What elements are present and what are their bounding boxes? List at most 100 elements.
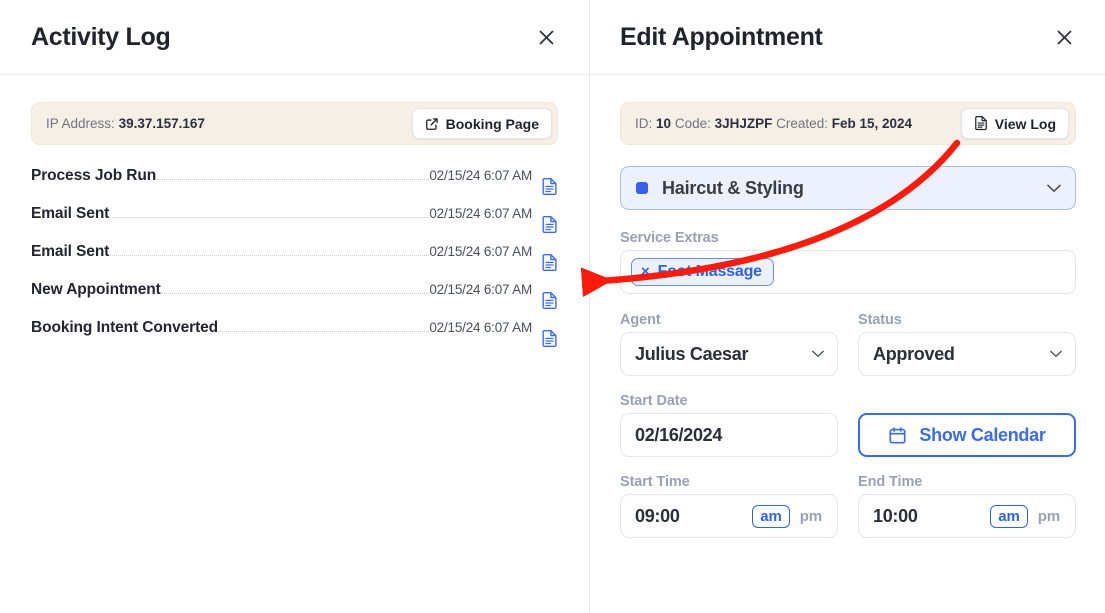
edit-appointment-panel: Edit Appointment ID: 10 Code: 3JHJZPF Cr… bbox=[590, 0, 1105, 613]
start-time-field[interactable]: 09:00 am pm bbox=[620, 494, 838, 538]
calendar-icon bbox=[888, 426, 907, 445]
ip-address-value: 39.37.157.167 bbox=[118, 116, 205, 131]
activity-log-body: IP Address: 39.37.157.167 Booking Page P… bbox=[0, 75, 589, 613]
agent-group: Agent Julius Caesar bbox=[620, 312, 838, 376]
table-row[interactable]: Process Job Run 02/15/24 6:07 AM bbox=[31, 167, 558, 205]
close-icon[interactable] bbox=[533, 24, 559, 50]
appointment-meta-text: ID: 10 Code: 3JHJZPF Created: Feb 15, 20… bbox=[635, 116, 912, 131]
ip-address-bar: IP Address: 39.37.157.167 Booking Page bbox=[31, 102, 558, 145]
view-log-button[interactable]: View Log bbox=[960, 108, 1069, 139]
created-value: Feb 15, 2024 bbox=[831, 116, 913, 131]
service-extra-chip[interactable]: × Foot Massage bbox=[631, 258, 774, 286]
ip-address-text: IP Address: 39.37.157.167 bbox=[46, 116, 205, 131]
table-row[interactable]: Email Sent 02/15/24 6:07 AM bbox=[31, 205, 558, 243]
document-icon[interactable] bbox=[541, 330, 558, 348]
start-time-pm-option[interactable]: pm bbox=[792, 505, 830, 528]
status-select[interactable]: Approved bbox=[858, 332, 1076, 376]
edit-appointment-body: ID: 10 Code: 3JHJZPF Created: Feb 15, 20… bbox=[590, 75, 1105, 613]
external-link-icon bbox=[425, 117, 439, 131]
status-select-value: Approved bbox=[873, 343, 955, 364]
time-row: Start Time 09:00 am pm End Time 10:00 am… bbox=[620, 474, 1076, 538]
created-label: Created: bbox=[776, 116, 828, 131]
view-log-button-label: View Log bbox=[994, 115, 1056, 132]
remove-chip-icon[interactable]: × bbox=[641, 264, 650, 279]
activity-log-panel: Activity Log IP Address: 39.37.157.167 B… bbox=[0, 0, 590, 613]
activity-row-label: Email Sent bbox=[31, 243, 110, 260]
start-time-label: Start Time bbox=[620, 474, 690, 490]
activity-log-header: Activity Log bbox=[0, 0, 589, 75]
id-label: ID: bbox=[635, 116, 653, 131]
activity-row-label: Booking Intent Converted bbox=[31, 319, 219, 336]
end-time-field[interactable]: 10:00 am pm bbox=[858, 494, 1076, 538]
document-icon bbox=[974, 116, 988, 131]
activity-row-time: 02/15/24 6:07 AM bbox=[429, 320, 532, 335]
app-root: Activity Log IP Address: 39.37.157.167 B… bbox=[0, 0, 1105, 613]
close-icon[interactable] bbox=[1051, 24, 1077, 50]
document-icon[interactable] bbox=[541, 178, 558, 196]
calendar-button-group: Show Calendar bbox=[858, 393, 1076, 457]
activity-row-time: 02/15/24 6:07 AM bbox=[429, 244, 532, 259]
table-row[interactable]: Email Sent 02/15/24 6:07 AM bbox=[31, 243, 558, 281]
start-date-group: Start Date 02/16/2024 bbox=[620, 393, 838, 457]
code-label: Code: bbox=[674, 116, 711, 131]
service-extras-input[interactable]: × Foot Massage bbox=[620, 250, 1076, 294]
table-row[interactable]: New Appointment 02/15/24 6:07 AM bbox=[31, 281, 558, 319]
show-calendar-button-label: Show Calendar bbox=[919, 424, 1046, 445]
end-time-pm-option[interactable]: pm bbox=[1030, 505, 1068, 528]
start-date-input[interactable]: 02/16/2024 bbox=[620, 413, 838, 457]
agent-select[interactable]: Julius Caesar bbox=[620, 332, 838, 376]
service-extras-group: Service Extras × Foot Massage bbox=[620, 230, 1076, 294]
end-time-input[interactable]: 10:00 bbox=[873, 506, 990, 527]
status-group: Status Approved bbox=[858, 312, 1076, 376]
chevron-down-icon bbox=[1047, 184, 1061, 193]
service-select-value: Haircut & Styling bbox=[662, 177, 804, 198]
service-color-swatch bbox=[636, 182, 648, 194]
edit-appointment-header: Edit Appointment bbox=[590, 0, 1105, 75]
status-label: Status bbox=[858, 312, 902, 328]
end-time-ampm-toggle[interactable]: am pm bbox=[990, 504, 1068, 528]
service-extra-chip-label: Foot Massage bbox=[657, 263, 762, 280]
page-title: Edit Appointment bbox=[620, 22, 823, 51]
end-time-am-option[interactable]: am bbox=[990, 504, 1028, 528]
agent-status-row: Agent Julius Caesar Status Approved bbox=[620, 312, 1076, 376]
activity-row-label: Email Sent bbox=[31, 205, 110, 222]
appointment-meta-bar: ID: 10 Code: 3JHJZPF Created: Feb 15, 20… bbox=[620, 102, 1076, 145]
booking-page-button[interactable]: Booking Page bbox=[411, 108, 552, 139]
appointment-form: Haircut & Styling Service Extras × Foot … bbox=[590, 145, 1105, 538]
ip-address-label: IP Address: bbox=[46, 116, 115, 131]
document-icon[interactable] bbox=[541, 292, 558, 310]
page-title: Activity Log bbox=[31, 22, 171, 51]
end-time-label: End Time bbox=[858, 474, 923, 490]
leader-dots bbox=[219, 331, 430, 332]
end-time-group: End Time 10:00 am pm bbox=[858, 474, 1076, 538]
start-time-group: Start Time 09:00 am pm bbox=[620, 474, 838, 538]
activity-row-label: New Appointment bbox=[31, 281, 161, 298]
start-time-am-option[interactable]: am bbox=[752, 504, 790, 528]
document-icon[interactable] bbox=[541, 216, 558, 234]
activity-row-time: 02/15/24 6:07 AM bbox=[429, 168, 532, 183]
activity-row-label: Process Job Run bbox=[31, 167, 157, 184]
start-time-input[interactable]: 09:00 bbox=[635, 506, 752, 527]
booking-page-button-label: Booking Page bbox=[445, 115, 539, 132]
show-calendar-button[interactable]: Show Calendar bbox=[858, 413, 1076, 457]
activity-list: Process Job Run 02/15/24 6:07 AM Email S… bbox=[31, 167, 558, 357]
code-value: 3JHJZPF bbox=[714, 116, 773, 131]
agent-select-value: Julius Caesar bbox=[635, 343, 749, 364]
service-select[interactable]: Haircut & Styling bbox=[620, 166, 1076, 210]
service-extras-label: Service Extras bbox=[620, 230, 719, 246]
start-time-ampm-toggle[interactable]: am pm bbox=[752, 504, 830, 528]
activity-row-time: 02/15/24 6:07 AM bbox=[429, 206, 532, 221]
activity-row-time: 02/15/24 6:07 AM bbox=[429, 282, 532, 297]
leader-dots bbox=[161, 293, 430, 294]
agent-label: Agent bbox=[620, 312, 661, 328]
leader-dots bbox=[110, 255, 430, 256]
document-icon[interactable] bbox=[541, 254, 558, 272]
leader-dots bbox=[110, 217, 430, 218]
chevron-down-icon bbox=[1050, 350, 1062, 358]
leader-dots bbox=[157, 179, 430, 180]
chevron-down-icon bbox=[812, 350, 824, 358]
start-date-label: Start Date bbox=[620, 393, 688, 409]
id-value: 10 bbox=[656, 116, 672, 131]
start-date-row: Start Date 02/16/2024 Show Calendar bbox=[620, 393, 1076, 457]
table-row[interactable]: Booking Intent Converted 02/15/24 6:07 A… bbox=[31, 319, 558, 357]
